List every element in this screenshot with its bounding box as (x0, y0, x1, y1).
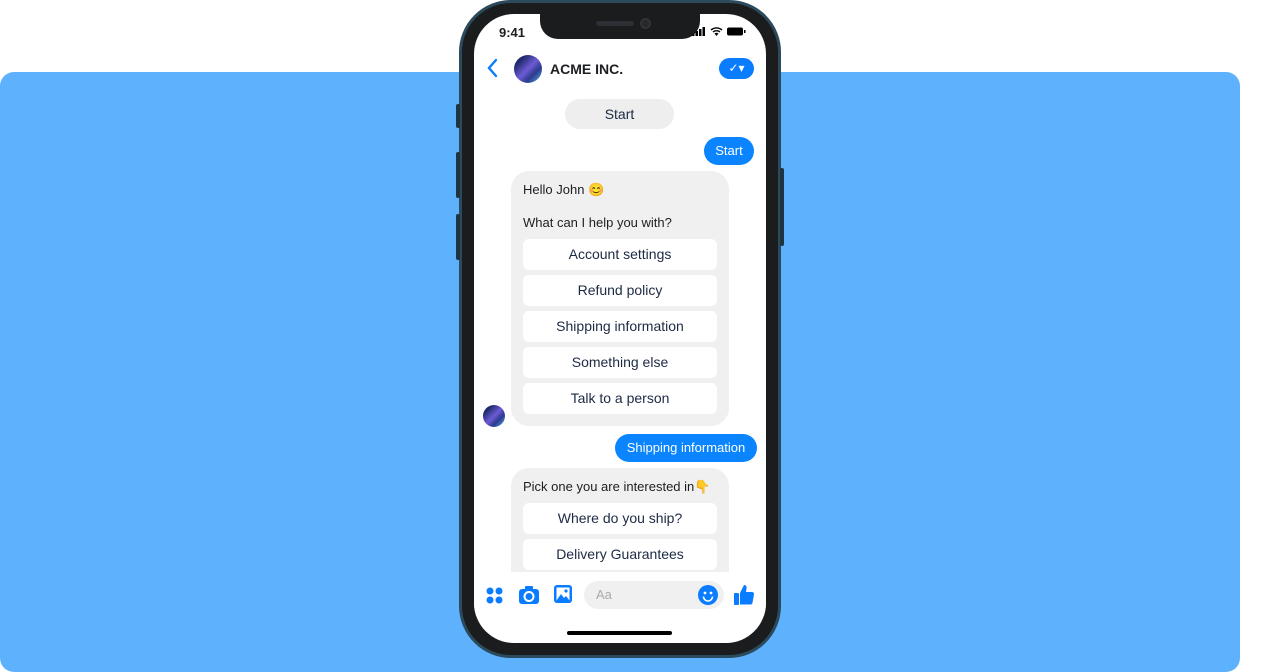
message-placeholder: Aa (596, 587, 612, 602)
quick-reply-something-else[interactable]: Something else (523, 347, 717, 378)
page-avatar[interactable] (514, 55, 542, 83)
apps-icon[interactable] (486, 587, 503, 609)
status-icons (692, 27, 746, 36)
emoji-icon[interactable] (698, 585, 718, 610)
bot-prompt: Pick one you are interested in👇 (523, 479, 711, 494)
bot-message-menu: Hello John 😊 What can I help you with? A… (511, 171, 729, 426)
user-message: Start (704, 137, 754, 165)
get-started-label: Start (565, 99, 674, 129)
bot-question: What can I help you with? (523, 215, 672, 230)
thumbs-up-icon[interactable] (734, 584, 755, 610)
image-icon[interactable] (554, 585, 572, 608)
bot-avatar (483, 405, 505, 427)
chevron-left-icon (487, 58, 498, 78)
speaker-grille (596, 21, 634, 26)
quick-reply-account-settings[interactable]: Account settings (523, 239, 717, 270)
status-time: 9:41 (499, 25, 526, 40)
back-button[interactable] (486, 58, 498, 84)
volume-down-button (456, 214, 460, 260)
messenger-screen: 9:41 ACME INC. ✓▾ Start Start Hello John… (474, 14, 766, 643)
bot-greeting: Hello John 😊 (523, 182, 605, 197)
status-dropdown-button[interactable]: ✓▾ (719, 58, 754, 79)
home-indicator (567, 631, 672, 635)
page-title[interactable]: ACME INC. (550, 61, 623, 77)
user-message: Shipping information (615, 434, 757, 462)
front-camera (640, 18, 651, 29)
battery-icon (727, 27, 746, 36)
quick-reply-talk-to-person[interactable]: Talk to a person (523, 383, 717, 414)
mute-switch (456, 104, 460, 128)
power-button (780, 168, 784, 246)
quick-reply-delivery-guarantees[interactable]: Delivery Guarantees (523, 539, 717, 570)
volume-up-button (456, 152, 460, 198)
quick-reply-where-ship[interactable]: Where do you ship? (523, 503, 717, 534)
phone-notch (540, 14, 700, 39)
check-dropdown-icon: ✓▾ (728, 61, 745, 75)
quick-reply-refund-policy[interactable]: Refund policy (523, 275, 717, 306)
camera-icon[interactable] (519, 586, 539, 609)
quick-reply-shipping-information[interactable]: Shipping information (523, 311, 717, 342)
wifi-icon (710, 27, 723, 36)
